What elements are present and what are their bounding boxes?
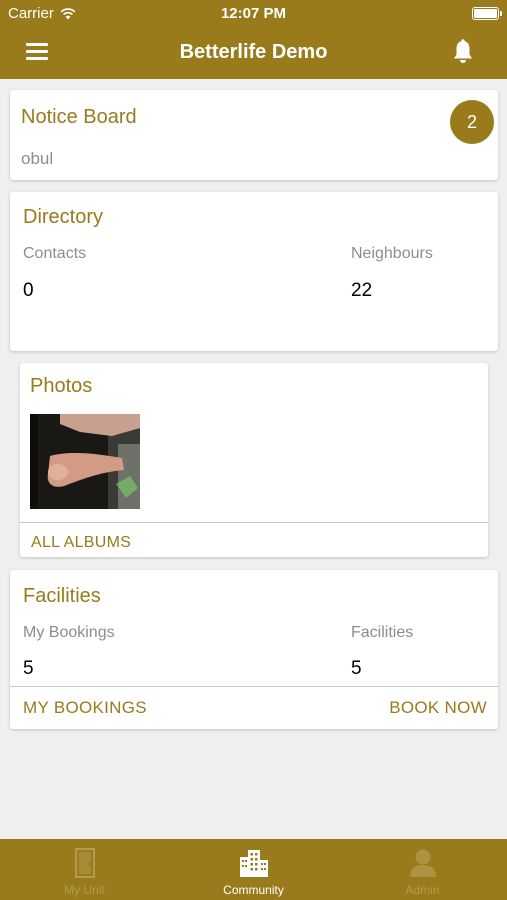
photo-thumbnail[interactable] <box>30 414 140 509</box>
facilities-title: Facilities <box>23 585 101 607</box>
facilities-label: Facilities <box>351 624 414 641</box>
neighbours-count[interactable]: 22 <box>351 280 372 302</box>
photos-title: Photos <box>30 375 93 397</box>
photos-card: Photos ALL ALBUMS <box>20 363 488 557</box>
page-title: Betterlife Demo <box>179 41 328 63</box>
battery-icon <box>472 7 502 20</box>
book-now-button[interactable]: BOOK NOW <box>389 698 487 718</box>
facilities-card: Facilities My Bookings 5 Facilities 5 MY… <box>10 570 498 729</box>
my-bookings-count[interactable]: 5 <box>23 658 34 680</box>
my-bookings-button[interactable]: MY BOOKINGS <box>23 698 147 718</box>
notice-count-badge: 2 <box>450 100 494 144</box>
top-bar: Carrier 12:07 PM Betterlife Demo <box>0 0 507 79</box>
tab-community-label: Community <box>223 883 284 897</box>
nav-bar: Betterlife Demo <box>0 28 507 79</box>
all-albums-link[interactable]: ALL ALBUMS <box>31 534 131 552</box>
tab-my-unit-label: My Unit <box>64 883 105 897</box>
notice-board-card[interactable]: Notice Board obul 2 <box>10 90 498 180</box>
tab-admin[interactable]: Admin <box>338 839 507 900</box>
notice-board-subtitle: obul <box>21 149 54 168</box>
my-bookings-label: My Bookings <box>23 624 115 641</box>
neighbours-label: Neighbours <box>351 245 433 262</box>
tab-my-unit[interactable]: My Unit <box>0 839 169 900</box>
door-icon <box>74 848 95 878</box>
bottom-tab-bar: My Unit Community Admin <box>0 839 507 900</box>
contacts-count[interactable]: 0 <box>23 280 34 302</box>
status-time: 12:07 PM <box>220 5 287 22</box>
facilities-divider <box>10 686 498 687</box>
person-icon <box>409 849 436 877</box>
photo-image <box>30 414 140 509</box>
notice-board-title: Notice Board <box>21 106 137 128</box>
directory-card[interactable]: Directory Contacts 0 Neighbours 22 <box>10 192 498 351</box>
directory-title: Directory <box>23 206 104 228</box>
buildings-icon <box>239 850 268 877</box>
photos-divider <box>20 522 488 523</box>
facilities-count[interactable]: 5 <box>351 658 362 680</box>
tab-admin-label: Admin <box>405 883 440 897</box>
bell-icon[interactable] <box>452 39 474 65</box>
contacts-label: Contacts <box>23 245 87 262</box>
tab-community[interactable]: Community <box>169 839 338 900</box>
status-bar: Carrier 12:07 PM <box>0 0 507 28</box>
